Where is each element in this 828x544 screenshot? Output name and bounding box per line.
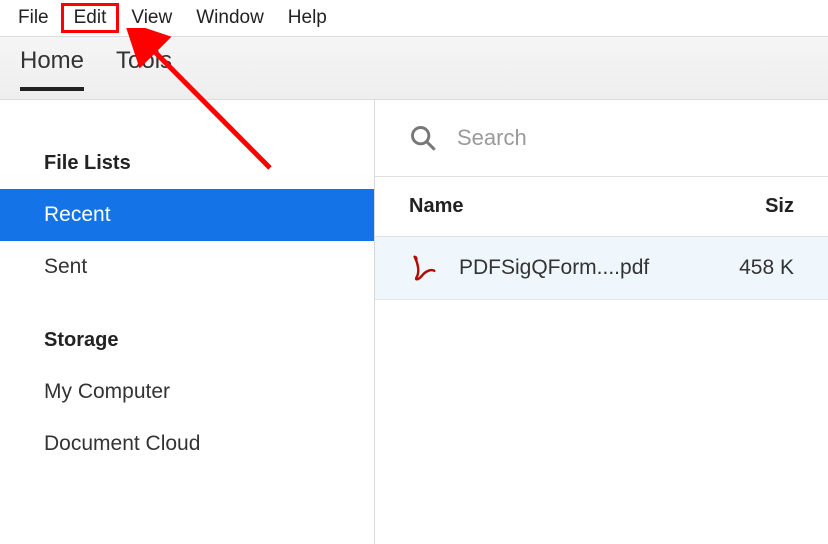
search-icon [409,124,437,152]
main: File Lists Recent Sent Storage My Comput… [0,100,828,544]
content: Name Siz PDFSigQForm....pdf 458 K [375,100,828,544]
tab-tools[interactable]: Tools [116,47,172,87]
column-header-name[interactable]: Name [409,195,724,218]
sidebar-section-storage: Storage [0,315,374,366]
tab-home[interactable]: Home [20,47,84,91]
spacer [0,293,374,315]
file-name: PDFSigQForm....pdf [439,256,724,280]
menu-view[interactable]: View [119,5,184,31]
sidebar-item-my-computer[interactable]: My Computer [0,366,374,418]
column-header-size[interactable]: Siz [724,195,794,218]
menu-bar: File Edit View Window Help [0,0,828,36]
table-row[interactable]: PDFSigQForm....pdf 458 K [375,237,828,300]
sidebar-item-document-cloud[interactable]: Document Cloud [0,418,374,470]
menu-window[interactable]: Window [184,5,276,31]
sidebar-item-sent[interactable]: Sent [0,241,374,293]
toolbar: Home Tools [0,36,828,100]
sidebar-item-recent[interactable]: Recent [0,189,374,241]
pdf-icon [409,253,439,283]
file-size: 458 K [724,256,794,280]
search-input[interactable] [457,125,794,151]
search-row [375,100,828,177]
sidebar-section-file-lists: File Lists [0,138,374,189]
menu-help[interactable]: Help [276,5,339,31]
menu-edit[interactable]: Edit [61,3,120,33]
table-header: Name Siz [375,177,828,237]
menu-file[interactable]: File [6,5,61,31]
sidebar: File Lists Recent Sent Storage My Comput… [0,100,375,544]
